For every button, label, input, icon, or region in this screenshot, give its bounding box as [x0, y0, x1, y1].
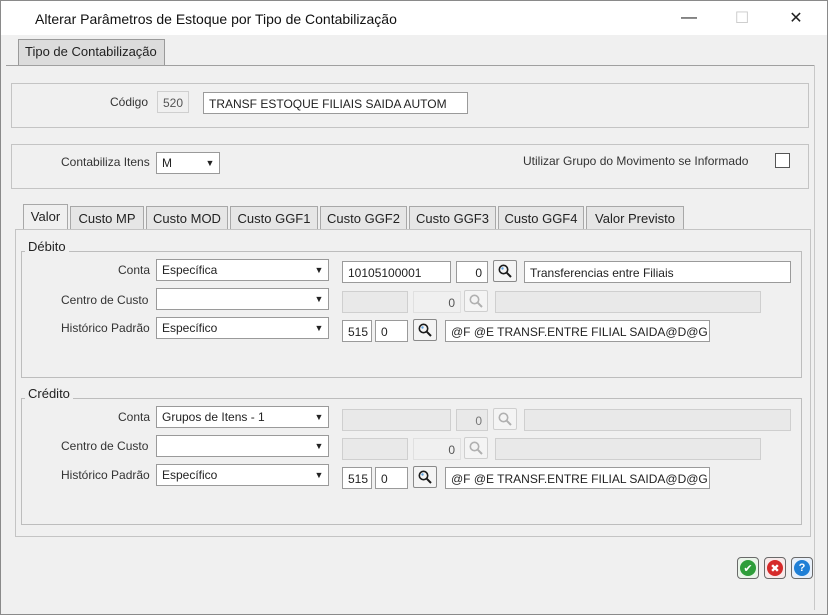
- credito-centro-digit-field: 0: [413, 438, 461, 460]
- search-icon: [469, 294, 483, 308]
- search-icon: [498, 264, 512, 278]
- debito-conta-digit-field[interactable]: 0: [456, 261, 488, 283]
- credito-historico-digit-field[interactable]: 0: [375, 467, 408, 489]
- credito-conta-lookup-button[interactable]: [493, 408, 517, 430]
- credito-title: Crédito: [25, 386, 73, 401]
- chevron-down-icon: ▼: [314, 265, 324, 275]
- search-icon: [498, 412, 512, 426]
- help-button[interactable]: ?: [791, 557, 813, 579]
- debito-historico-text-field[interactable]: @F @E TRANSF.ENTRE FILIAL SAIDA@D@G: [445, 320, 710, 342]
- debito-conta-type: Específica: [162, 263, 218, 277]
- tab-custo-ggf1[interactable]: Custo GGF1: [230, 206, 318, 229]
- credito-centro-code-field: [342, 438, 408, 460]
- dialog-window: Alterar Parâmetros de Estoque por Tipo d…: [0, 0, 828, 615]
- contabiliza-itens-value: M: [162, 156, 172, 170]
- confirm-button[interactable]: ✔: [737, 557, 759, 579]
- chevron-down-icon: ▼: [314, 323, 324, 333]
- credito-historico-lookup-button[interactable]: [413, 466, 437, 488]
- tab-custo-mp[interactable]: Custo MP: [70, 206, 144, 229]
- credito-historico-label: Histórico Padrão: [61, 468, 150, 482]
- chevron-down-icon: ▼: [314, 441, 324, 451]
- search-icon: [418, 323, 432, 337]
- title-bar: Alterar Parâmetros de Estoque por Tipo d…: [1, 1, 827, 35]
- utilizar-grupo-label: Utilizar Grupo do Movimento se Informado: [523, 154, 749, 168]
- debito-centro-lookup-button[interactable]: [464, 290, 488, 312]
- debito-historico-lookup-button[interactable]: [413, 319, 437, 341]
- tab-custo-ggf4[interactable]: Custo GGF4: [498, 206, 584, 229]
- credito-conta-select[interactable]: Grupos de Itens - 1 ▼: [156, 406, 329, 428]
- utilizar-grupo-checkbox[interactable]: [775, 153, 790, 168]
- credito-conta-desc-field: [524, 409, 791, 431]
- tab-custo-ggf2[interactable]: Custo GGF2: [320, 206, 407, 229]
- credito-historico-text-field[interactable]: @F @E TRANSF.ENTRE FILIAL SAIDA@D@G: [445, 467, 710, 489]
- debito-centro-label: Centro de Custo: [61, 293, 149, 307]
- chevron-down-icon: ▼: [205, 158, 215, 168]
- debito-title: Débito: [25, 239, 69, 254]
- debito-historico-type: Específico: [162, 321, 218, 335]
- close-icon: ✕: [789, 10, 803, 27]
- window-title: Alterar Parâmetros de Estoque por Tipo d…: [35, 11, 397, 27]
- credito-centro-lookup-button[interactable]: [464, 437, 488, 459]
- contabiliza-itens-select[interactable]: M ▼: [156, 152, 220, 174]
- check-icon: ✔: [740, 560, 756, 576]
- close-window-button[interactable]: ✕: [773, 1, 819, 35]
- debito-conta-label: Conta: [118, 263, 151, 277]
- debito-centro-select[interactable]: ▼: [156, 288, 329, 310]
- debito-historico-digit-field[interactable]: 0: [375, 320, 408, 342]
- chevron-down-icon: ▼: [314, 294, 324, 304]
- debito-historico-code-field[interactable]: 515: [342, 320, 372, 342]
- cancel-button[interactable]: ✖: [764, 557, 786, 579]
- credito-conta-label: Conta: [118, 410, 151, 424]
- debito-conta-select[interactable]: Específica ▼: [156, 259, 329, 281]
- debito-conta-code-field[interactable]: 10105100001: [342, 261, 451, 283]
- debito-centro-digit-field: 0: [413, 291, 461, 313]
- credito-conta-digit-field: 0: [456, 409, 488, 431]
- debito-historico-select[interactable]: Específico ▼: [156, 317, 329, 339]
- tab-custo-mod[interactable]: Custo MOD: [146, 206, 228, 229]
- credito-centro-desc-field: [495, 438, 761, 460]
- credito-historico-code-field[interactable]: 515: [342, 467, 372, 489]
- maximize-icon: ☐: [734, 10, 750, 27]
- credito-conta-code-field: [342, 409, 451, 431]
- codigo-label: Código: [110, 95, 149, 109]
- credito-centro-select[interactable]: ▼: [156, 435, 329, 457]
- minimize-icon: —: [681, 9, 697, 26]
- credito-conta-type: Grupos de Itens - 1: [162, 410, 265, 424]
- credito-historico-select[interactable]: Específico ▼: [156, 464, 329, 486]
- debito-historico-label: Histórico Padrão: [61, 321, 150, 335]
- chevron-down-icon: ▼: [314, 412, 324, 422]
- search-icon: [418, 470, 432, 484]
- codigo-field: 520: [157, 91, 189, 113]
- minimize-button[interactable]: —: [666, 1, 712, 35]
- descricao-field[interactable]: TRANSF ESTOQUE FILIAIS SAIDA AUTOM: [203, 92, 468, 114]
- tab-custo-ggf3[interactable]: Custo GGF3: [409, 206, 496, 229]
- debito-conta-lookup-button[interactable]: [493, 260, 517, 282]
- debito-conta-desc-field[interactable]: Transferencias entre Filiais: [524, 261, 791, 283]
- scrollbar[interactable]: [814, 65, 826, 610]
- tab-valor[interactable]: Valor: [23, 204, 68, 229]
- chevron-down-icon: ▼: [314, 470, 324, 480]
- debito-centro-desc-field: [495, 291, 761, 313]
- credito-centro-label: Centro de Custo: [61, 439, 149, 453]
- tab-tipo-contabilizacao[interactable]: Tipo de Contabilização: [18, 39, 165, 65]
- maximize-button[interactable]: ☐: [719, 1, 765, 35]
- help-icon: ?: [794, 560, 810, 576]
- tab-valor-previsto[interactable]: Valor Previsto: [586, 206, 684, 229]
- credito-historico-type: Específico: [162, 468, 218, 482]
- debito-centro-code-field: [342, 291, 408, 313]
- contabiliza-itens-label: Contabiliza Itens: [61, 155, 150, 169]
- cancel-icon: ✖: [767, 560, 783, 576]
- search-icon: [469, 441, 483, 455]
